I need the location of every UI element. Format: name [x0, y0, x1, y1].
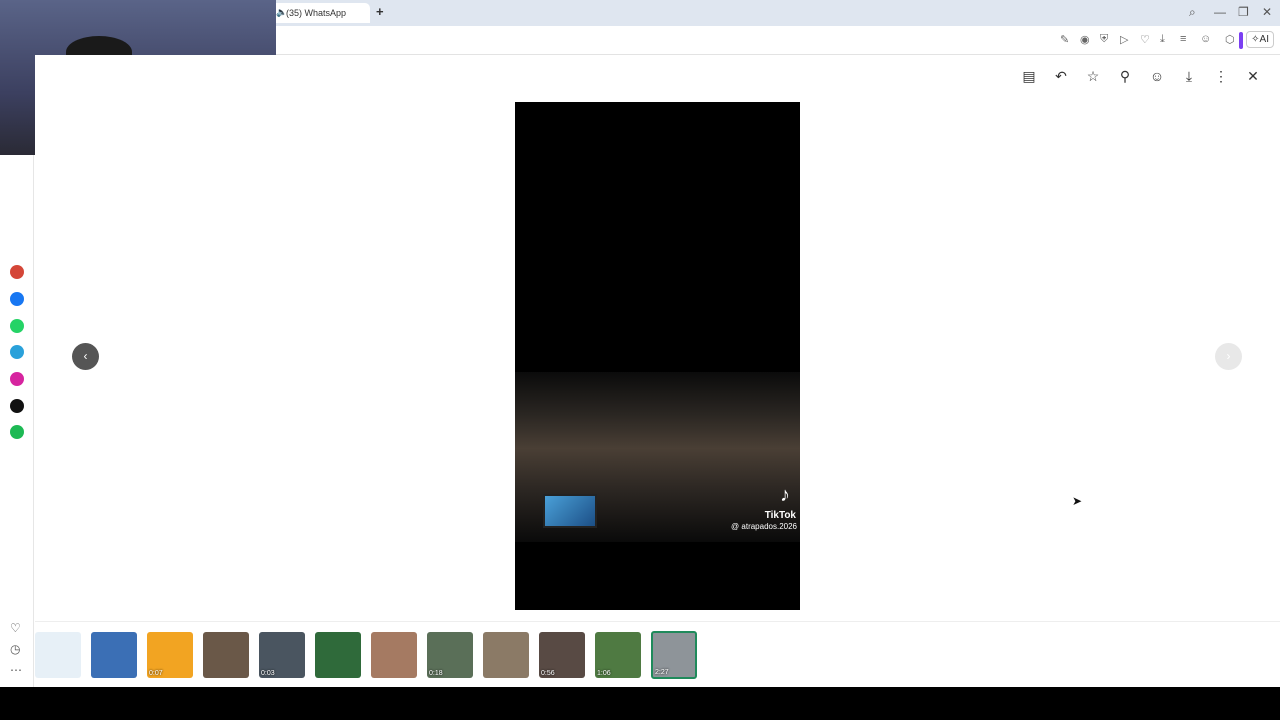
- watermark-handle: @ atrapados.2026: [731, 522, 797, 531]
- media-thumbnail[interactable]: 0:18: [427, 632, 473, 678]
- video-frame: [515, 372, 800, 542]
- menu-icon[interactable]: ≡: [1180, 33, 1186, 45]
- extensions-icon[interactable]: ⬡: [1225, 33, 1235, 46]
- mouse-cursor-icon: ➤: [1072, 494, 1083, 508]
- media-thumbnail[interactable]: [483, 632, 529, 678]
- tiktok-icon[interactable]: [10, 399, 24, 413]
- shield-icon[interactable]: ⛨: [1100, 33, 1108, 46]
- more-apps-icon[interactable]: ⋯: [10, 663, 22, 677]
- media-thumbnail[interactable]: [315, 632, 361, 678]
- taskbar: [0, 687, 1280, 720]
- video-player[interactable]: ♪ TikTok @ atrapados.2026: [515, 102, 800, 610]
- message-icon[interactable]: ▤: [1020, 67, 1038, 85]
- dashboard-screen: [543, 494, 597, 528]
- close-window-button[interactable]: ✕: [1262, 5, 1272, 19]
- next-media-button[interactable]: ›: [1215, 343, 1242, 370]
- profile-icon[interactable]: ☺: [1200, 33, 1211, 45]
- watermark-name: TikTok: [764, 510, 796, 521]
- new-tab-button[interactable]: +: [376, 4, 384, 19]
- minimize-button[interactable]: —: [1214, 5, 1226, 19]
- more-icon[interactable]: ⋮: [1212, 67, 1230, 85]
- media-thumbnail[interactable]: [91, 632, 137, 678]
- reply-icon[interactable]: ↶: [1052, 67, 1070, 85]
- star-icon[interactable]: ☆: [1084, 67, 1102, 85]
- telegram-icon[interactable]: [10, 345, 24, 359]
- gmail-icon[interactable]: [10, 265, 24, 279]
- ai-label: AI: [1259, 34, 1269, 45]
- thumbnail-duration: 1:06: [597, 670, 611, 677]
- tab-title: (35) WhatsApp: [286, 8, 347, 18]
- search-icon[interactable]: ⌕: [1189, 5, 1196, 20]
- history-icon[interactable]: ◷: [10, 642, 20, 656]
- app-sidebar: ♡ ◷ ⋯: [0, 155, 34, 687]
- screen-root: 🔈 (35) WhatsApp + ⌕ — ❐ ✕ ✎ ◉ ⛨ ▷ ♡ ⤓ ≡ …: [0, 0, 1280, 720]
- thumbnail-duration: 0:56: [541, 670, 555, 677]
- ai-icon: ✧: [1251, 34, 1260, 45]
- thumbnail-duration: 0:07: [149, 670, 163, 677]
- thumbnail-duration: 2:27: [655, 669, 669, 676]
- media-thumbnail[interactable]: [371, 632, 417, 678]
- media-thumbnail[interactable]: [203, 632, 249, 678]
- emoji-icon[interactable]: ☺: [1148, 67, 1166, 85]
- media-thumbnail[interactable]: 0:56: [539, 632, 585, 678]
- messenger-icon[interactable]: [10, 292, 24, 306]
- previous-media-button[interactable]: ‹: [72, 343, 99, 370]
- restore-button[interactable]: ❐: [1238, 5, 1249, 19]
- media-thumbnail[interactable]: [35, 632, 81, 678]
- tiktok-logo-icon: ♪: [780, 484, 790, 506]
- media-thumbnail[interactable]: 0:07: [147, 632, 193, 678]
- speaker-icon: 🔈: [276, 7, 288, 17]
- heart-icon[interactable]: ♡: [1140, 33, 1150, 46]
- play-icon[interactable]: ▷: [1120, 33, 1128, 46]
- media-thumbnail[interactable]: 0:03: [259, 632, 305, 678]
- pin-icon[interactable]: ⚲: [1116, 67, 1134, 85]
- whatsapp-icon[interactable]: [10, 319, 24, 333]
- camera-icon[interactable]: ◉: [1080, 33, 1090, 46]
- edit-icon[interactable]: ✎: [1060, 33, 1069, 46]
- thumbnail-duration: 0:18: [429, 670, 443, 677]
- media-thumbnail[interactable]: 1:06: [595, 632, 641, 678]
- download-icon[interactable]: ⤓: [1180, 67, 1198, 85]
- instagram-icon[interactable]: [10, 372, 24, 386]
- spotify-icon[interactable]: [10, 425, 24, 439]
- accent-indicator: [1239, 32, 1243, 49]
- thumbnail-duration: 0:03: [261, 670, 275, 677]
- tab-whatsapp[interactable]: 🔈 (35) WhatsApp: [270, 3, 370, 23]
- download-icon[interactable]: ⤓: [1160, 33, 1165, 46]
- thumbnail-strip: 0:07 0:03 0:18 0:56 1:06 2:27: [35, 621, 1280, 687]
- media-thumbnail[interactable]: 2:27: [651, 631, 697, 679]
- ai-button[interactable]: ✧AI: [1246, 31, 1274, 48]
- close-icon[interactable]: ✕: [1244, 67, 1262, 85]
- favorites-icon[interactable]: ♡: [10, 621, 21, 635]
